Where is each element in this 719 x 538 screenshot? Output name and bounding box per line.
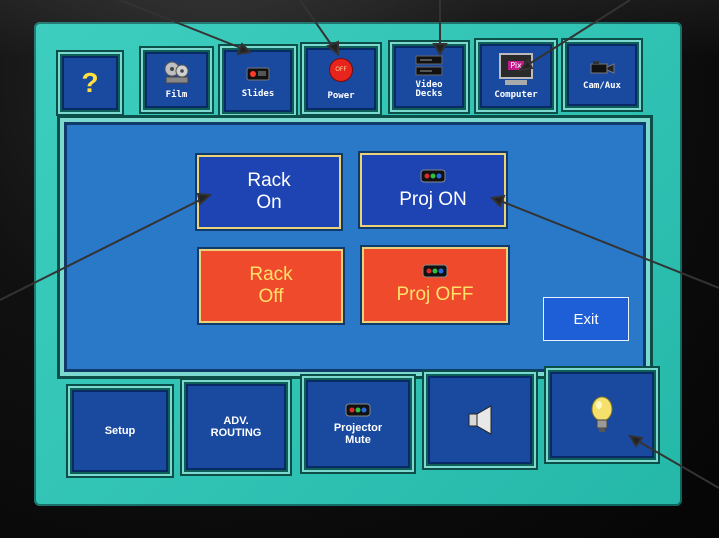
adv-routing-button[interactable]: ADV. ROUTING [184, 382, 288, 472]
adv-routing-label-line1: ADV. [223, 415, 249, 427]
setup-button[interactable]: Setup [70, 388, 170, 474]
computer-button[interactable]: Pix Computer [478, 42, 554, 110]
rack-off-label-line1: Rack [249, 264, 293, 285]
power-off-badge: OFF [335, 66, 347, 73]
projector-mute-label-line2: Mute [345, 433, 371, 446]
projector-icon [420, 169, 446, 183]
rack-on-label-line1: Rack [247, 170, 291, 191]
film-button[interactable]: Film [143, 50, 210, 110]
projector-mute-button[interactable]: Projector Mute [304, 378, 412, 470]
vcr-icon [415, 55, 443, 76]
projector-icon [345, 403, 371, 416]
cam-aux-label: Cam/Aux [583, 80, 621, 91]
exit-button[interactable]: Exit [543, 297, 629, 341]
touch-panel-screen: ? Film Slides OFF Power Video Decks Pix … [34, 22, 682, 506]
cam-aux-button[interactable]: Cam/Aux [565, 42, 639, 108]
lights-button[interactable] [548, 370, 656, 460]
speaker-mute-button[interactable] [426, 374, 534, 466]
question-mark-icon: ? [81, 67, 99, 98]
video-decks-button[interactable]: Video Decks [392, 44, 466, 110]
projector-icon [422, 264, 448, 278]
video-decks-label-line2: Decks [415, 89, 443, 99]
power-control-panel: Rack On Proj ON Rack Off Proj OFF Exit [64, 122, 646, 372]
computer-screen-text: Pix [508, 61, 524, 70]
power-button[interactable]: OFF Power [304, 46, 378, 112]
rack-on-button[interactable]: Rack On [197, 155, 341, 229]
setup-label: Setup [104, 425, 136, 437]
speaker-icon [468, 405, 492, 435]
power-label: Power [327, 90, 355, 101]
film-reel-icon [164, 61, 188, 83]
proj-off-label: Proj OFF [396, 284, 474, 305]
proj-on-label: Proj ON [399, 189, 467, 210]
rack-off-label-line2: Off [258, 286, 284, 307]
proj-off-button[interactable]: Proj OFF [362, 247, 508, 323]
slides-label: Slides [241, 88, 275, 99]
slides-button[interactable]: Slides [222, 48, 294, 114]
adv-routing-label-line2: ROUTING [210, 427, 262, 439]
projector-mute-label-line1: Projector [333, 421, 383, 434]
computer-icon: Pix [499, 52, 533, 85]
proj-on-button[interactable]: Proj ON [360, 153, 506, 227]
slide-projector-icon [246, 67, 270, 80]
rack-on-label-line2: On [256, 192, 282, 213]
lightbulb-icon [591, 396, 613, 432]
help-button[interactable]: ? [60, 54, 120, 112]
video-camera-icon [590, 60, 615, 74]
film-label: Film [165, 89, 188, 100]
rack-off-button[interactable]: Rack Off [199, 249, 343, 323]
power-icon: OFF [329, 57, 353, 82]
computer-label: Computer [494, 89, 538, 100]
